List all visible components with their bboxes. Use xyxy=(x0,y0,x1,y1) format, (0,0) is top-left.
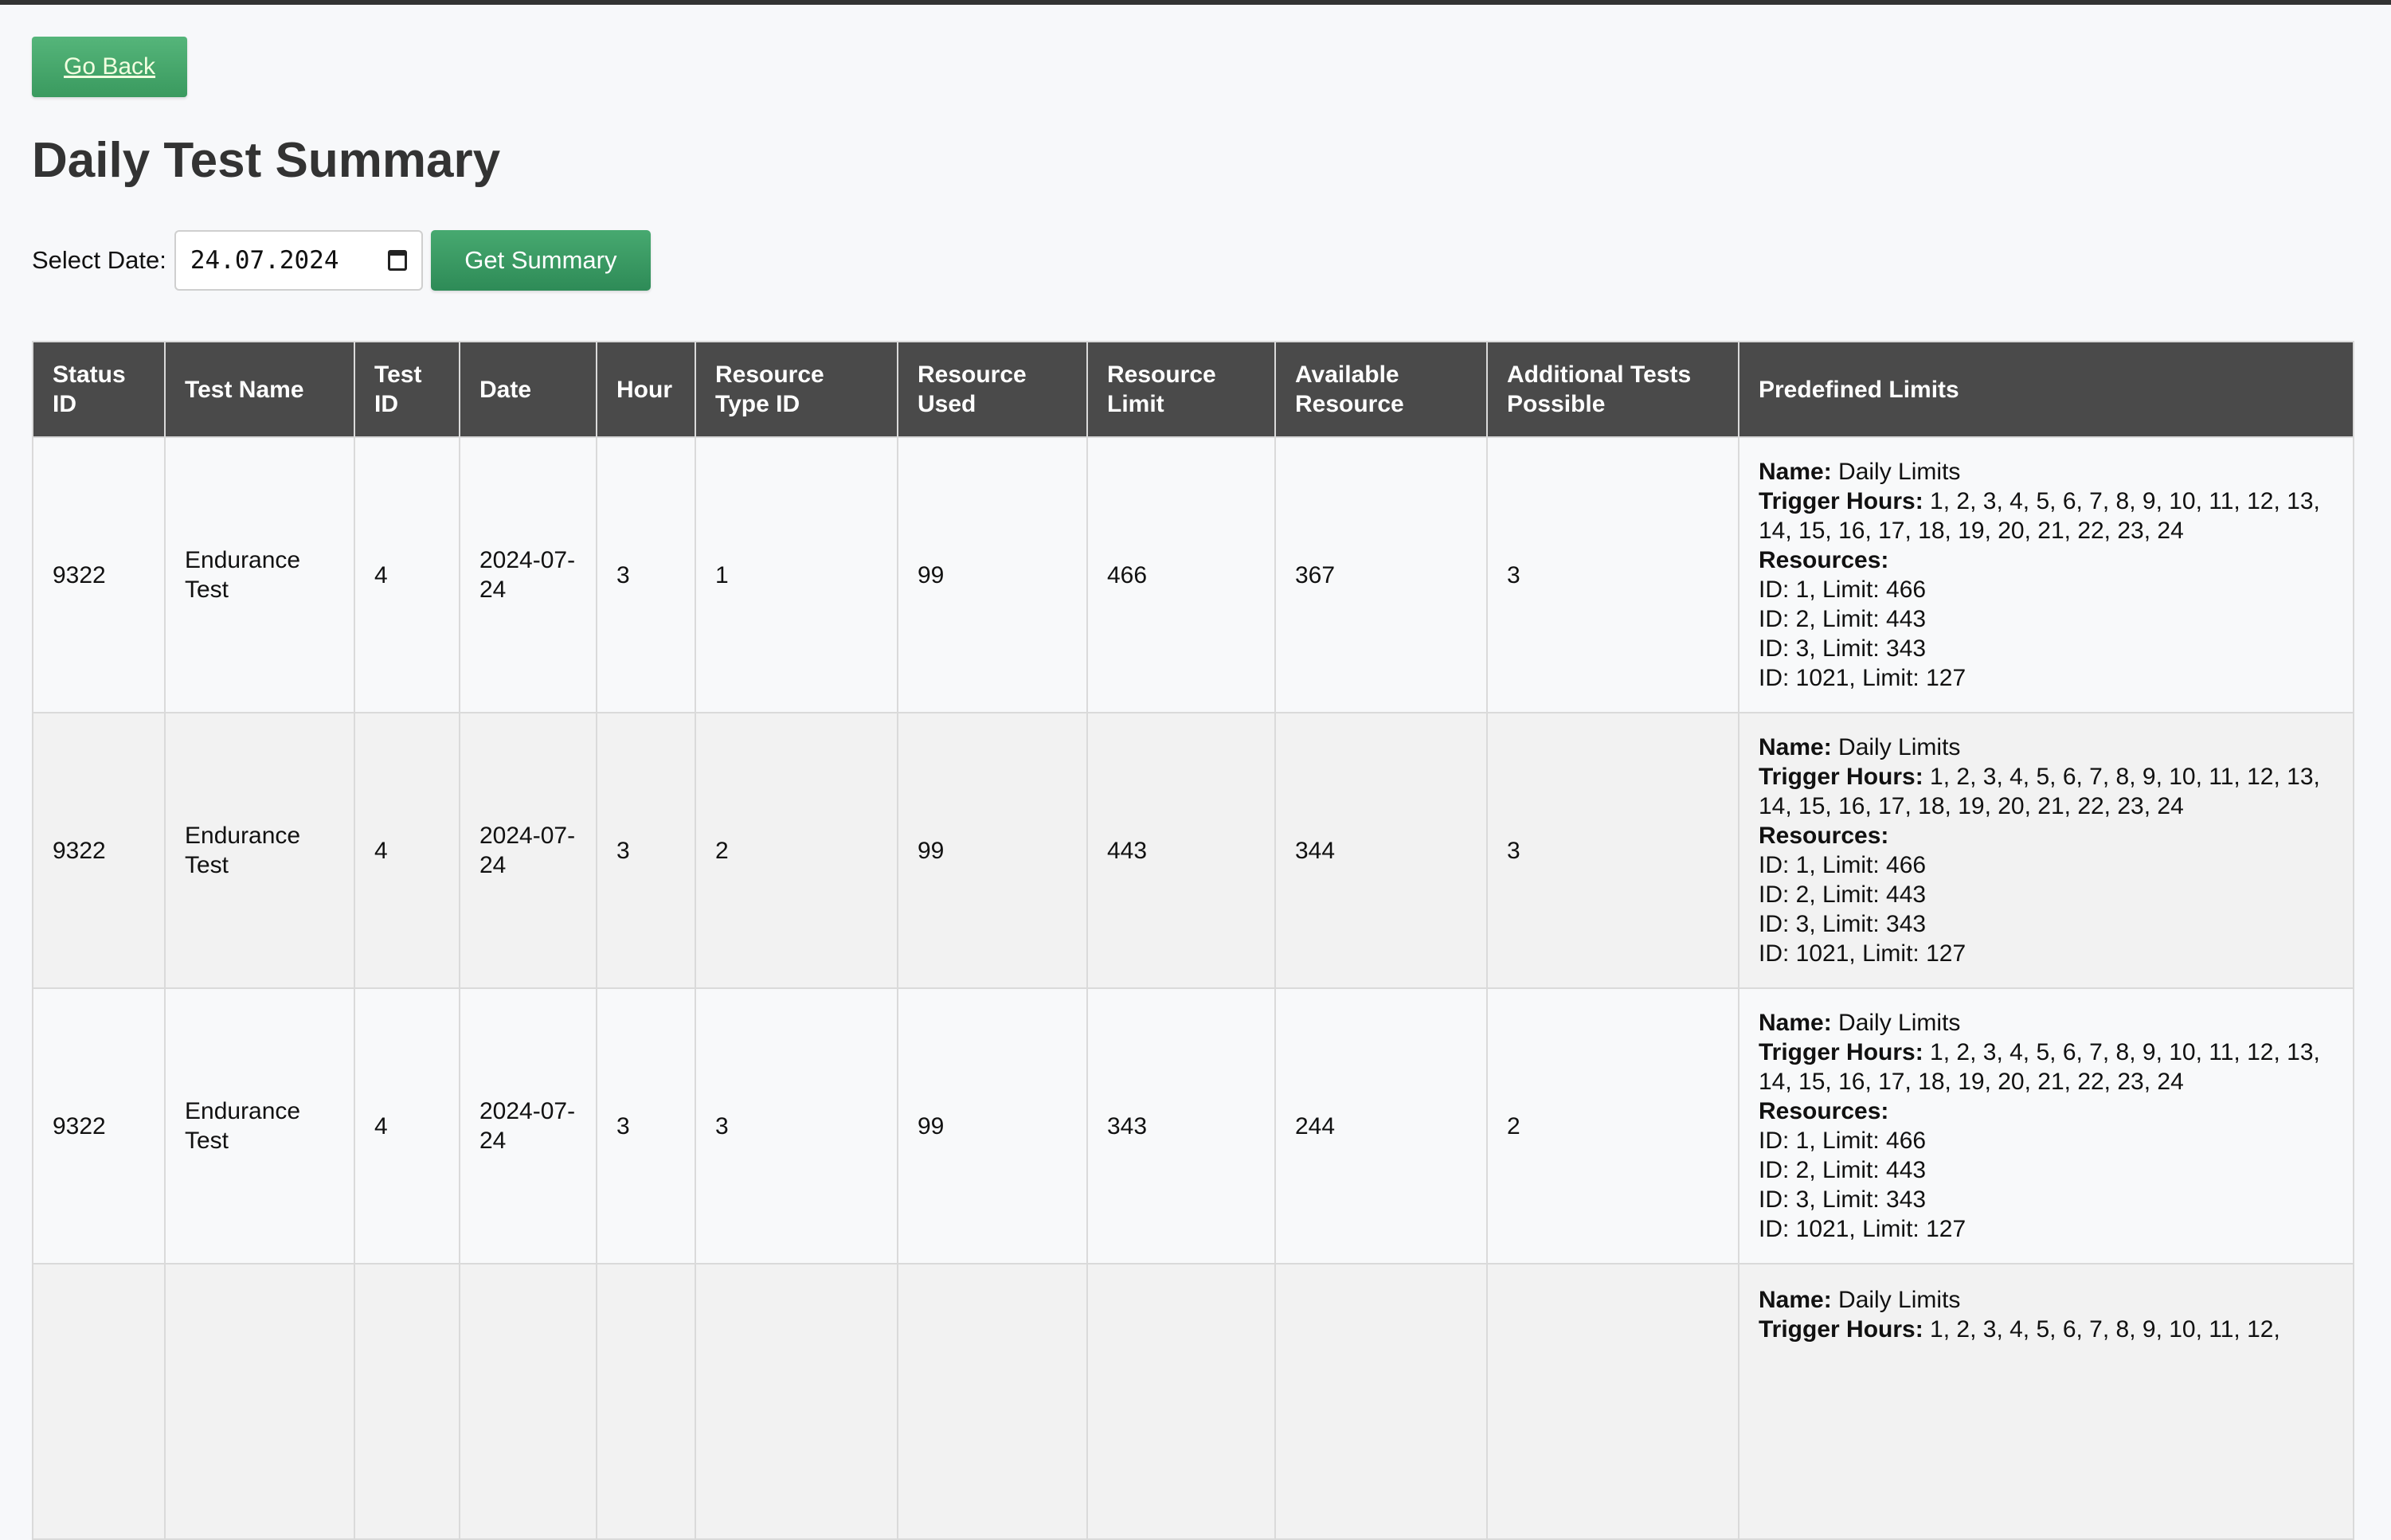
limits-resource-item: ID: 3, Limit: 343 xyxy=(1759,635,1927,662)
limits-trigger-hours: Trigger Hours: 1, 2, 3, 4, 5, 6, 7, 8, 9… xyxy=(1759,488,2320,544)
calendar-icon[interactable] xyxy=(387,250,407,271)
limits-resource-item: ID: 2, Limit: 443 xyxy=(1759,1157,1927,1183)
date-filter: Select Date: 24.07.2024 Get Summary xyxy=(32,229,2353,291)
cell-hour: 3 xyxy=(596,436,696,713)
limits-resources-label: Resources: xyxy=(1759,547,1889,573)
cell-resource-type-id xyxy=(695,1263,898,1540)
cell-additional-tests xyxy=(1486,1263,1739,1540)
limits-resource-item: ID: 1, Limit: 466 xyxy=(1759,577,1927,603)
cell-date xyxy=(459,1263,597,1540)
limits-trigger-hours: Trigger Hours: 1, 2, 3, 4, 5, 6, 7, 8, 9… xyxy=(1759,1039,2320,1095)
header-resource-used: Resource Used xyxy=(897,341,1088,438)
cell-predefined-limits: Name: Daily Limits Trigger Hours: 1, 2, … xyxy=(1738,712,2354,989)
limits-resources-label: Resources: xyxy=(1759,823,1889,849)
cell-predefined-limits: Name: Daily Limits Trigger Hours: 1, 2, … xyxy=(1738,436,2354,713)
cell-test-id: 4 xyxy=(354,987,460,1264)
cell-hour xyxy=(596,1263,696,1540)
table-row: 9322 Endurance Test 4 2024-07-24 3 1 99 … xyxy=(32,436,2354,713)
summary-table: Status ID Test Name Test ID Date Hour Re… xyxy=(32,341,2354,1540)
cell-available-resource xyxy=(1274,1263,1488,1540)
table-row: 9322 Endurance Test 4 2024-07-24 3 2 99 … xyxy=(32,712,2354,989)
limits-name: Name: Daily Limits xyxy=(1759,1287,1961,1313)
limits-name: Name: Daily Limits xyxy=(1759,734,1961,760)
header-date: Date xyxy=(459,341,597,438)
limits-resource-item: ID: 2, Limit: 443 xyxy=(1759,606,1927,632)
cell-additional-tests: 2 xyxy=(1486,987,1739,1264)
cell-resource-limit: 343 xyxy=(1086,987,1276,1264)
limits-resource-item: ID: 3, Limit: 343 xyxy=(1759,911,1927,937)
cell-test-id xyxy=(354,1263,460,1540)
limits-name: Name: Daily Limits xyxy=(1759,459,1961,485)
header-test-name: Test Name xyxy=(164,341,355,438)
limits-resources-label: Resources: xyxy=(1759,1098,1889,1124)
limits-resource-item: ID: 1, Limit: 466 xyxy=(1759,1128,1927,1154)
cell-status-id: 9322 xyxy=(32,712,166,989)
limits-resource-item: ID: 1021, Limit: 127 xyxy=(1759,940,1966,967)
cell-resource-used: 99 xyxy=(897,436,1088,713)
limits-resource-item: ID: 1, Limit: 466 xyxy=(1759,852,1927,878)
cell-resource-type-id: 2 xyxy=(695,712,898,989)
cell-available-resource: 344 xyxy=(1274,712,1488,989)
cell-resource-used xyxy=(897,1263,1088,1540)
cell-resource-used: 99 xyxy=(897,712,1088,989)
limits-trigger-hours: Trigger Hours: 1, 2, 3, 4, 5, 6, 7, 8, 9… xyxy=(1759,764,2320,819)
date-label: Select Date: xyxy=(32,246,166,274)
cell-date: 2024-07-24 xyxy=(459,987,597,1264)
cell-test-id: 4 xyxy=(354,712,460,989)
limits-resource-item: ID: 1021, Limit: 127 xyxy=(1759,1216,1966,1242)
cell-resource-limit: 466 xyxy=(1086,436,1276,713)
limits-resource-item: ID: 1021, Limit: 127 xyxy=(1759,665,1966,691)
cell-test-name: Endurance Test xyxy=(164,436,355,713)
cell-test-name: Endurance Test xyxy=(164,712,355,989)
top-border xyxy=(0,0,2391,5)
header-hour: Hour xyxy=(596,341,696,438)
cell-test-name: Endurance Test xyxy=(164,987,355,1264)
cell-available-resource: 244 xyxy=(1274,987,1488,1264)
cell-resource-type-id: 3 xyxy=(695,987,898,1264)
limits-resource-item: ID: 2, Limit: 443 xyxy=(1759,881,1927,908)
page-content: Go Back Daily Test Summary Select Date: … xyxy=(32,37,2354,1540)
cell-status-id: 9322 xyxy=(32,436,166,713)
cell-predefined-limits: Name: Daily Limits Trigger Hours: 1, 2, … xyxy=(1738,987,2354,1264)
limits-resource-item: ID: 3, Limit: 343 xyxy=(1759,1186,1927,1213)
date-input[interactable]: 24.07.2024 xyxy=(174,230,423,291)
go-back-button[interactable]: Go Back xyxy=(32,37,188,97)
cell-additional-tests: 3 xyxy=(1486,436,1739,713)
header-available-resource: Available Resource xyxy=(1274,341,1488,438)
header-predefined-limits: Predefined Limits xyxy=(1738,341,2354,438)
header-additional-tests: Additional Tests Possible xyxy=(1486,341,1739,438)
cell-hour: 3 xyxy=(596,987,696,1264)
date-value: 24.07.2024 xyxy=(190,246,339,275)
cell-date: 2024-07-24 xyxy=(459,436,597,713)
cell-test-id: 4 xyxy=(354,436,460,713)
page-title: Daily Test Summary xyxy=(32,133,501,188)
cell-predefined-limits: Name: Daily Limits Trigger Hours: 1, 2, … xyxy=(1738,1263,2354,1540)
cell-hour: 3 xyxy=(596,712,696,989)
cell-resource-type-id: 1 xyxy=(695,436,898,713)
table-row: Name: Daily Limits Trigger Hours: 1, 2, … xyxy=(32,1263,2354,1540)
get-summary-button[interactable]: Get Summary xyxy=(430,230,651,291)
table-row: 9322 Endurance Test 4 2024-07-24 3 3 99 … xyxy=(32,987,2354,1264)
cell-test-name xyxy=(164,1263,355,1540)
cell-status-id xyxy=(32,1263,166,1540)
cell-additional-tests: 3 xyxy=(1486,712,1739,989)
header-resource-type-id: Resource Type ID xyxy=(695,341,898,438)
limits-trigger-hours: Trigger Hours: 1, 2, 3, 4, 5, 6, 7, 8, 9… xyxy=(1759,1316,2280,1343)
header-test-id: Test ID xyxy=(354,341,460,438)
table-header-row: Status ID Test Name Test ID Date Hour Re… xyxy=(32,341,2354,438)
header-resource-limit: Resource Limit xyxy=(1086,341,1276,438)
cell-date: 2024-07-24 xyxy=(459,712,597,989)
cell-resource-limit xyxy=(1086,1263,1276,1540)
cell-status-id: 9322 xyxy=(32,987,166,1264)
cell-resource-used: 99 xyxy=(897,987,1088,1264)
limits-name: Name: Daily Limits xyxy=(1759,1010,1961,1036)
cell-resource-limit: 443 xyxy=(1086,712,1276,989)
cell-available-resource: 367 xyxy=(1274,436,1488,713)
header-status-id: Status ID xyxy=(32,341,166,438)
